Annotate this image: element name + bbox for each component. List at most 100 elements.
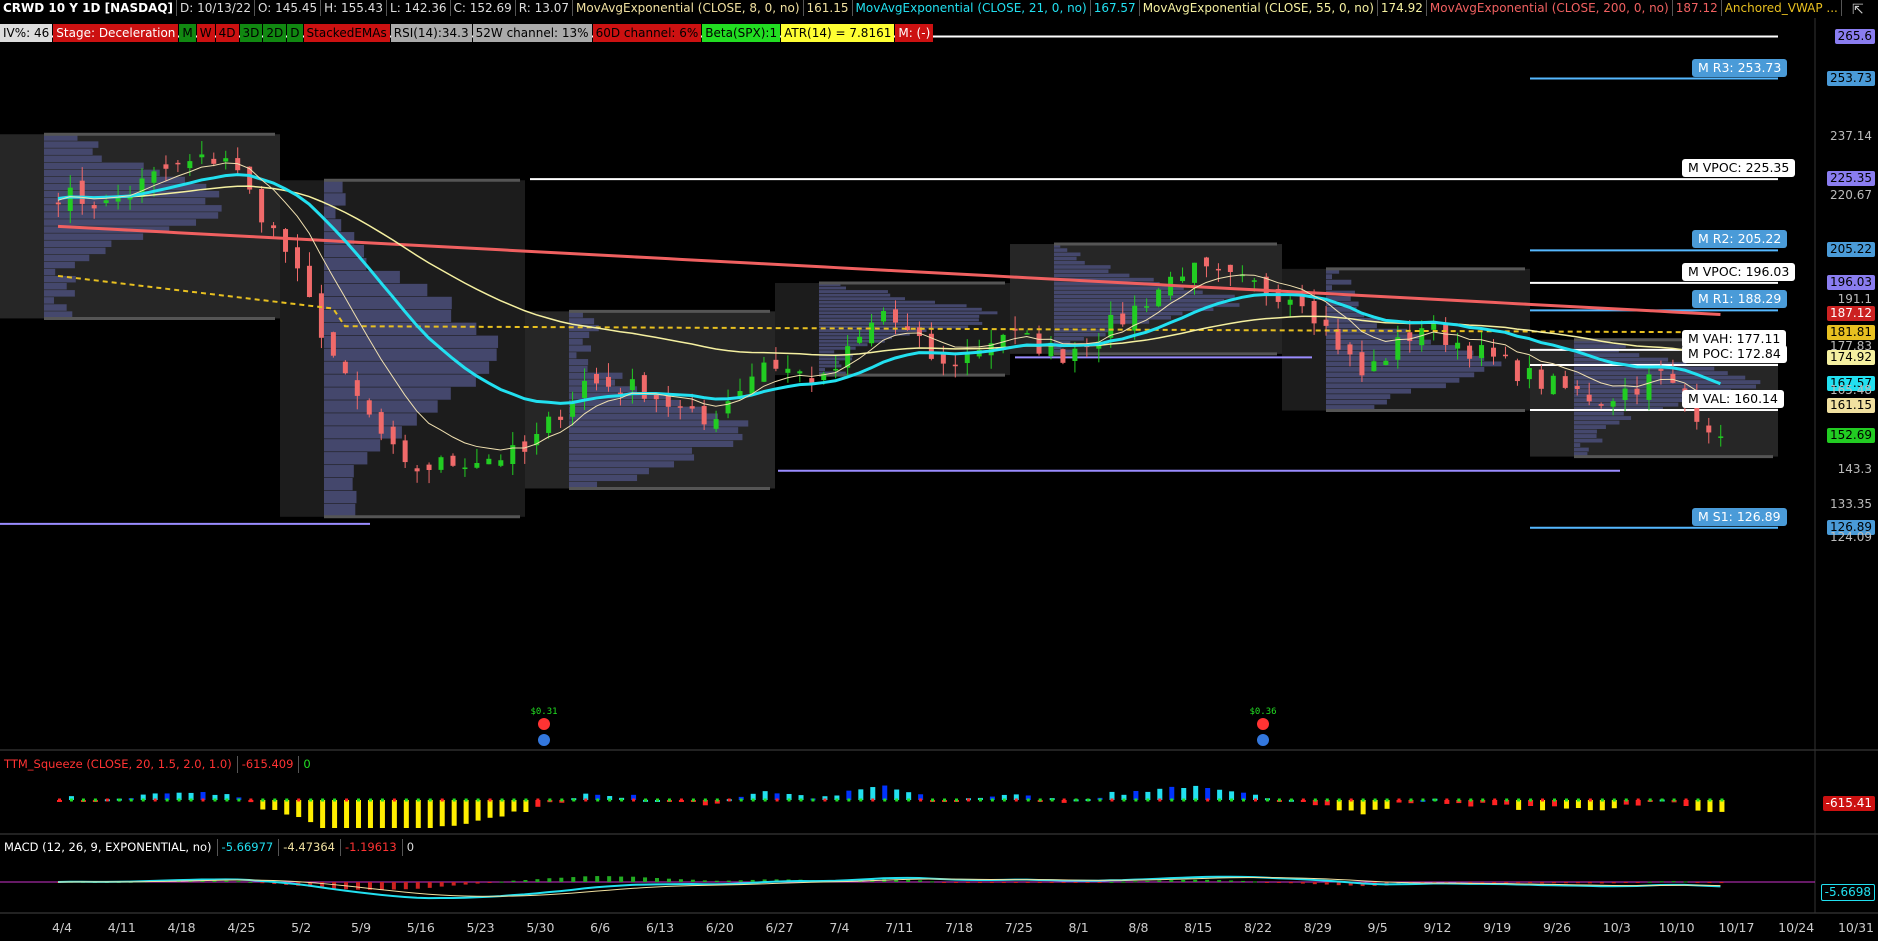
collapse-icon[interactable]: ⇱: [1852, 2, 1868, 18]
ema8-label[interactable]: MovAvgExponential (CLOSE, 8, 0, no): [573, 0, 804, 16]
squeeze-bar: [320, 800, 326, 828]
price-tick: 174.92: [1827, 349, 1875, 365]
candle-body: [785, 368, 791, 373]
profile-bar: [1326, 388, 1412, 394]
earnings-label: $0.36: [1249, 707, 1276, 717]
profile-bar: [1326, 279, 1352, 285]
profile-bar: [819, 368, 825, 371]
candle-body: [1024, 333, 1030, 335]
macd-hist-bar: [511, 880, 516, 882]
squeeze-dot: [297, 798, 301, 802]
macd-hist-bar: [571, 877, 576, 882]
macd-hist-bar: [523, 880, 528, 882]
squeeze-dot: [1445, 798, 1449, 802]
squeeze-bar: [463, 800, 469, 824]
date-tick: 7/11: [885, 920, 914, 935]
candle-body: [1383, 360, 1389, 366]
level-label: M VPOC: 196.03: [1682, 262, 1796, 281]
squeeze-bar: [1599, 800, 1605, 811]
squeeze-dot: [799, 798, 803, 802]
squeeze-dot: [847, 798, 851, 802]
squeeze-dot: [333, 798, 337, 802]
date-tick: 5/23: [466, 920, 495, 935]
study-badge: M: [179, 24, 196, 42]
macd-hist-bar: [714, 880, 719, 882]
profile-bar: [1054, 269, 1109, 274]
squeeze-bar: [344, 800, 350, 828]
candle-body: [67, 187, 73, 211]
macd-hist-bar: [1563, 882, 1568, 884]
profile-bar: [1054, 265, 1111, 269]
squeeze-dot: [201, 798, 205, 802]
earnings-icon: [538, 718, 550, 730]
candle-body: [1706, 425, 1712, 433]
profile-bar: [1054, 294, 1235, 299]
macd-hist-bar: [1169, 880, 1174, 882]
date-tick: 5/30: [526, 920, 555, 935]
level-label: M R2: 205.22: [1692, 230, 1788, 249]
profile-bar: [324, 387, 451, 400]
ema21-label[interactable]: MovAvgExponential (CLOSE, 21, 0, no): [853, 0, 1091, 16]
squeeze-bar: [475, 800, 481, 821]
profile-bar: [1054, 336, 1084, 341]
vwap-label[interactable]: Anchored_VWAP ...: [1722, 0, 1842, 16]
price-chart[interactable]: $0.31 $0.36: [0, 0, 1878, 941]
ema8-value: 161.15: [804, 0, 853, 16]
macd-hist-bar: [738, 880, 743, 882]
profile-bar: [1574, 357, 1669, 362]
ema55-label[interactable]: MovAvgExponential (CLOSE, 55, 0, no): [1140, 0, 1378, 16]
profile-bar: [324, 452, 368, 465]
candle-body: [893, 309, 898, 323]
macd-hist-bar: [1540, 882, 1545, 884]
candle-body: [1718, 436, 1724, 438]
level-label: M POC: 172.84: [1682, 345, 1787, 364]
squeeze-dot: [1421, 798, 1425, 802]
profile-bar: [819, 304, 967, 308]
squeeze-dot: [1230, 798, 1234, 802]
squeeze-bar: [1217, 789, 1223, 800]
date-tick: 4/4: [51, 920, 73, 935]
squeeze-dot: [1265, 798, 1269, 802]
squeeze-bar: [1181, 788, 1187, 800]
squeeze-dot: [871, 798, 875, 802]
squeeze-bar: [1348, 800, 1354, 811]
profile-bar: [44, 283, 67, 290]
macd-hist-bar: [906, 879, 911, 882]
date-tick: 10/31: [1837, 920, 1875, 935]
profile-bar: [44, 254, 90, 262]
squeeze-dot: [524, 798, 528, 802]
profile-bar: [44, 247, 106, 255]
squeeze-dot: [1493, 798, 1497, 802]
squeeze-label[interactable]: TTM_Squeeze (CLOSE, 20, 1.5, 2.0, 1.0): [0, 756, 236, 773]
date-tick: 9/19: [1483, 920, 1512, 935]
bar-date: D: 10/13/22: [177, 0, 256, 16]
squeeze-dot: [715, 798, 719, 802]
profile-bar: [819, 307, 982, 311]
study-badge: 60D channel: 6%: [592, 24, 702, 42]
earnings-icon: [1257, 718, 1269, 730]
macd-hist-bar: [224, 880, 229, 882]
ema200-label[interactable]: MovAvgExponential (CLOSE, 200, 0, no): [1427, 0, 1673, 16]
squeeze-dot: [1337, 798, 1341, 802]
profile-bar: [1054, 332, 1106, 337]
macd-hist-bar: [1085, 882, 1090, 883]
macd-hist-bar: [1611, 882, 1616, 884]
squeeze-dot: [1648, 798, 1652, 802]
date-tick: 8/29: [1303, 920, 1332, 935]
squeeze-dot: [978, 798, 982, 802]
profile-bar: [324, 283, 428, 297]
candle-body: [1610, 401, 1616, 407]
candle-body: [1036, 333, 1042, 354]
macd-label[interactable]: MACD (12, 26, 9, EXPONENTIAL, no): [0, 839, 216, 856]
date-tick: 4/25: [227, 920, 256, 935]
macd-hist-bar: [1276, 882, 1281, 883]
study-badge: Beta(SPX):1: [702, 24, 781, 42]
macd-header: MACD (12, 26, 9, EXPONENTIAL, no) -5.669…: [0, 839, 419, 856]
squeeze-dot: [943, 798, 947, 802]
level-label: M S1: 126.89: [1692, 507, 1787, 526]
profile-bar: [324, 322, 477, 336]
symbol-title[interactable]: CRWD 10 Y 1D [NASDAQ]: [0, 0, 178, 16]
squeeze-bar: [403, 800, 409, 828]
dividend-icon: [1257, 734, 1269, 746]
date-tick: 6/27: [765, 920, 794, 935]
